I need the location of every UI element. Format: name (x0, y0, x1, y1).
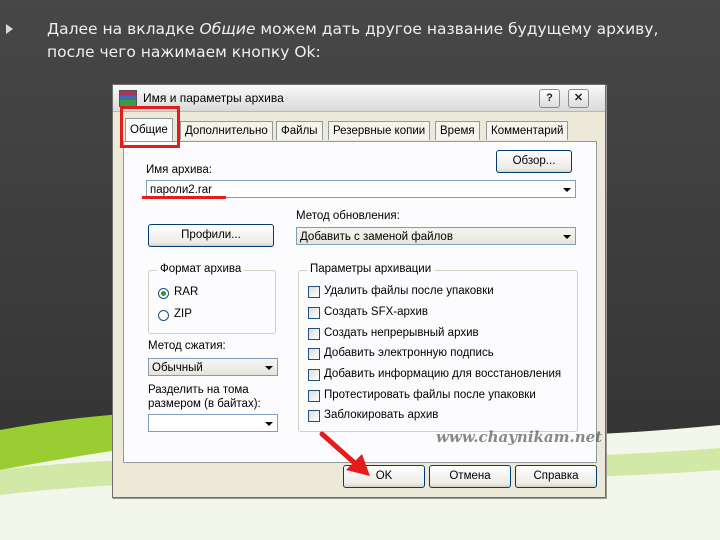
archive-format-title: Формат архива (157, 263, 245, 275)
split-label-line2: размером (в байтах): (148, 398, 261, 410)
annotation-underline-name (142, 196, 226, 199)
compression-select[interactable]: Обычный (148, 358, 278, 376)
browse-button[interactable]: Обзор... (496, 150, 572, 173)
format-zip-label: ZIP (174, 308, 192, 320)
option-signature-label: Добавить электронную подпись (324, 347, 494, 359)
title-bar: Имя и параметры архива ? ✕ (113, 85, 605, 112)
update-method-value: Добавить с заменой файлов (300, 231, 453, 243)
tab-comment[interactable]: Комментарий (486, 121, 569, 140)
compression-value: Обычный (152, 362, 203, 374)
general-tab-panel: Имя архива: Обзор... пароли2.rar Метод о… (123, 141, 597, 463)
archive-name-label: Имя архива: (146, 164, 213, 176)
option-signature-checkbox[interactable] (308, 348, 320, 360)
winrar-icon (119, 90, 137, 107)
option-lock-label: Заблокировать архив (324, 409, 439, 421)
format-rar-label: RAR (174, 286, 199, 298)
option-sfx-checkbox[interactable] (308, 307, 320, 319)
archive-format-group: Формат архива (148, 263, 276, 334)
help-title-button[interactable]: ? (539, 89, 560, 108)
bullet-marker (6, 24, 13, 34)
profiles-button[interactable]: Профили... (148, 224, 274, 247)
option-test-checkbox[interactable] (308, 390, 320, 402)
option-delete-files-checkbox[interactable] (308, 286, 320, 298)
watermark: www.chaynikam.net (436, 428, 603, 446)
close-button[interactable]: ✕ (568, 89, 589, 108)
option-sfx-label: Создать SFX-архив (324, 306, 429, 318)
option-test-label: Протестировать файлы после упаковки (324, 389, 536, 401)
chevron-down-icon (563, 235, 571, 239)
chevron-down-icon (563, 188, 571, 192)
archive-options-title: Параметры архивации (307, 263, 435, 275)
cancel-button[interactable]: Отмена (429, 465, 511, 488)
option-recovery-checkbox[interactable] (308, 369, 320, 381)
option-solid-checkbox[interactable] (308, 328, 320, 340)
window-title: Имя и параметры архива (143, 91, 284, 105)
compression-label: Метод сжатия: (148, 340, 226, 352)
chevron-down-icon (265, 366, 273, 370)
format-rar-radio[interactable] (158, 288, 169, 299)
slide-text: Далее на вкладке Общие можем дать другое… (47, 20, 659, 61)
chevron-down-icon (265, 422, 273, 426)
tab-files[interactable]: Файлы (276, 121, 323, 140)
tab-general[interactable]: Общие (125, 118, 173, 141)
archive-name-value: пароли2.rar (150, 184, 212, 196)
option-recovery-label: Добавить информацию для восстановления (324, 368, 562, 380)
tab-time[interactable]: Время (435, 121, 480, 140)
option-delete-files-label: Удалить файлы после упаковки (324, 285, 494, 297)
update-method-label: Метод обновления: (296, 210, 400, 222)
split-label-line1: Разделить на тома (148, 384, 249, 396)
option-solid-label: Создать непрерывный архив (324, 327, 479, 339)
tab-advanced[interactable]: Дополнительно (180, 121, 273, 140)
annotation-arrow-icon (319, 431, 370, 476)
split-size-input[interactable] (148, 414, 278, 432)
tab-backup[interactable]: Резервные копии (328, 121, 431, 140)
option-lock-checkbox[interactable] (308, 410, 320, 422)
help-button[interactable]: Справка (515, 465, 597, 488)
format-zip-radio[interactable] (158, 310, 169, 321)
update-method-select[interactable]: Добавить с заменой файлов (296, 227, 576, 245)
